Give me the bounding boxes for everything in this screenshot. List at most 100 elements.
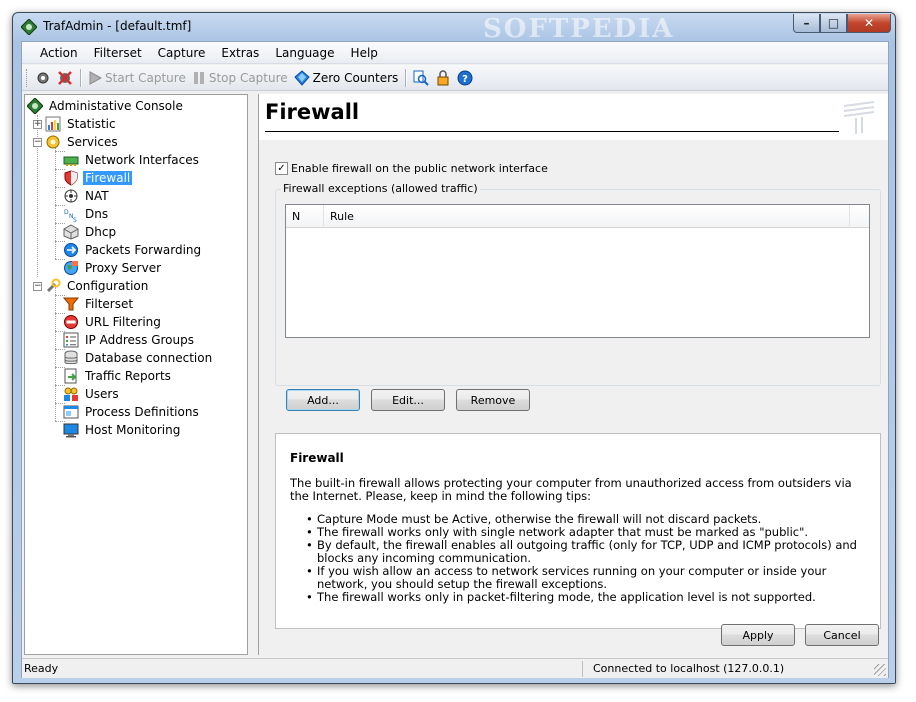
panel-header: Firewall bbox=[259, 94, 888, 140]
menu-capture[interactable]: Capture bbox=[150, 43, 214, 63]
lock-button[interactable] bbox=[432, 67, 454, 89]
tree-item-services[interactable]: Services bbox=[45, 133, 120, 151]
tree-label: Firewall bbox=[83, 171, 133, 185]
tree-item-proxy-server[interactable]: Proxy Server bbox=[63, 259, 163, 277]
tip-item: By default, the firewall enables all out… bbox=[306, 539, 866, 565]
cancel-button[interactable]: Cancel bbox=[805, 624, 879, 646]
wrench-icon bbox=[46, 278, 61, 293]
resize-grip[interactable] bbox=[874, 664, 886, 676]
tree-item-nat[interactable]: NAT bbox=[63, 187, 111, 205]
exceptions-list[interactable]: N Rule bbox=[285, 204, 870, 338]
start-capture-button[interactable]: Start Capture bbox=[85, 67, 189, 89]
tree-label: Users bbox=[85, 387, 119, 401]
exceptions-group-label: Firewall exceptions (allowed traffic) bbox=[281, 182, 480, 195]
tree-label: Administative Console bbox=[49, 99, 183, 113]
info-box: Firewall The built-in firewall allows pr… bbox=[275, 433, 881, 629]
zero-counters-label: Zero Counters bbox=[312, 70, 399, 85]
disconnect-button[interactable] bbox=[54, 67, 76, 89]
tree-item-firewall[interactable]: Firewall bbox=[63, 169, 133, 187]
dhcp-icon bbox=[63, 224, 79, 240]
tree-expander[interactable]: − bbox=[33, 282, 42, 291]
navigation-tree: Administative Console + Statistic − Serv… bbox=[24, 94, 248, 655]
search-button[interactable] bbox=[410, 67, 432, 89]
toolbar-separator bbox=[80, 68, 81, 87]
diamond-icon bbox=[293, 69, 310, 86]
list-icon bbox=[63, 332, 79, 348]
stop-capture-label: Stop Capture bbox=[208, 70, 288, 85]
title-bar[interactable]: TrafAdmin - [default.tmf] SOFTPEDIA – □ … bbox=[13, 13, 895, 44]
column-header-n[interactable]: N bbox=[286, 205, 324, 228]
tree-label: Proxy Server bbox=[85, 261, 162, 275]
tree-label: Filterset bbox=[85, 297, 134, 311]
services-gear-icon bbox=[46, 135, 60, 149]
status-bar: Ready Connected to localhost (127.0.0.1) bbox=[22, 658, 888, 678]
tree-item-ip-address-groups[interactable]: IP Address Groups bbox=[63, 331, 196, 349]
menu-language[interactable]: Language bbox=[267, 43, 342, 63]
tree-item-traffic-reports[interactable]: Traffic Reports bbox=[63, 367, 173, 385]
maximize-button[interactable]: □ bbox=[820, 14, 847, 33]
pane-splitter[interactable] bbox=[250, 94, 254, 655]
menu-help[interactable]: Help bbox=[343, 43, 386, 63]
tree-label: Process Definitions bbox=[85, 405, 199, 419]
apply-button[interactable]: Apply bbox=[721, 624, 795, 646]
info-title: Firewall bbox=[290, 451, 344, 465]
tree-item-host-monitoring[interactable]: Host Monitoring bbox=[63, 421, 182, 439]
tree-item-dhcp[interactable]: Dhcp bbox=[63, 223, 118, 241]
tree-item-network-interfaces[interactable]: Network Interfaces bbox=[63, 151, 201, 169]
edit-button[interactable]: Edit... bbox=[371, 389, 445, 411]
close-button[interactable]: ✕ bbox=[847, 14, 891, 33]
connect-button[interactable] bbox=[32, 67, 54, 89]
console-icon bbox=[27, 98, 43, 114]
tree-item-admin-console[interactable]: Administative Console bbox=[27, 97, 185, 115]
tip-item: If you wish allow an access to network s… bbox=[306, 565, 866, 591]
tree-item-configuration[interactable]: Configuration bbox=[45, 277, 150, 295]
network-card-icon bbox=[63, 156, 79, 166]
globe-icon bbox=[64, 261, 78, 275]
status-divider bbox=[582, 661, 583, 677]
checkbox-box[interactable]: ✓ bbox=[275, 162, 288, 175]
menu-extras[interactable]: Extras bbox=[213, 43, 267, 63]
tree-label: Traffic Reports bbox=[85, 369, 171, 383]
menu-filterset[interactable]: Filterset bbox=[86, 43, 150, 63]
database-icon bbox=[64, 350, 78, 365]
svg-text:?: ? bbox=[462, 74, 468, 85]
tree-item-database-connection[interactable]: Database connection bbox=[63, 349, 214, 367]
menu-bar: Action Filterset Capture Extras Language… bbox=[22, 42, 888, 64]
tree-item-packets-forwarding[interactable]: Packets Forwarding bbox=[63, 241, 203, 259]
tree-item-dns[interactable]: DNS Dns bbox=[63, 205, 110, 223]
remove-button[interactable]: Remove bbox=[456, 389, 530, 411]
info-intro: The built-in firewall allows protecting … bbox=[290, 476, 852, 503]
add-button[interactable]: Add... bbox=[286, 389, 360, 411]
menu-action[interactable]: Action bbox=[32, 43, 86, 63]
tree-item-statistic[interactable]: Statistic bbox=[45, 115, 118, 133]
status-text: Ready bbox=[24, 662, 59, 675]
client-area: Action Filterset Capture Extras Language… bbox=[21, 41, 889, 678]
start-capture-label: Start Capture bbox=[105, 70, 186, 85]
funnel-icon bbox=[63, 297, 79, 311]
enable-firewall-checkbox[interactable]: ✓ Enable firewall on the public network … bbox=[275, 162, 548, 175]
tree-label: IP Address Groups bbox=[85, 333, 194, 347]
app-window: TrafAdmin - [default.tmf] SOFTPEDIA – □ … bbox=[12, 12, 896, 684]
tip-item: The firewall works only in packet-filter… bbox=[306, 591, 866, 605]
monitor-icon bbox=[63, 423, 79, 438]
tree-item-users[interactable]: Users bbox=[63, 385, 121, 403]
firewall-panel: Firewall ✓ Enable firewall on the public… bbox=[258, 94, 888, 655]
tree-expander[interactable]: + bbox=[33, 120, 42, 129]
zero-counters-button[interactable]: Zero Counters bbox=[291, 67, 402, 89]
tree-item-url-filtering[interactable]: URL Filtering bbox=[63, 313, 163, 331]
minimize-button[interactable]: – bbox=[793, 14, 820, 33]
toolbar-grip[interactable] bbox=[26, 68, 29, 87]
tree-label: Configuration bbox=[67, 279, 149, 293]
help-button[interactable]: ? bbox=[454, 67, 476, 89]
column-header-rule[interactable]: Rule bbox=[324, 205, 850, 228]
tree-label: Host Monitoring bbox=[85, 423, 181, 437]
tree-item-filterset[interactable]: Filterset bbox=[63, 295, 135, 313]
toolbar-separator bbox=[405, 68, 407, 87]
tree-label: URL Filtering bbox=[85, 315, 161, 329]
page-title: Firewall bbox=[265, 100, 360, 124]
tree-item-process-definitions[interactable]: Process Definitions bbox=[63, 403, 201, 421]
header-divider bbox=[265, 131, 839, 132]
pause-icon bbox=[193, 71, 204, 84]
tree-expander[interactable]: − bbox=[33, 138, 42, 147]
stop-capture-button[interactable]: Stop Capture bbox=[189, 67, 291, 89]
